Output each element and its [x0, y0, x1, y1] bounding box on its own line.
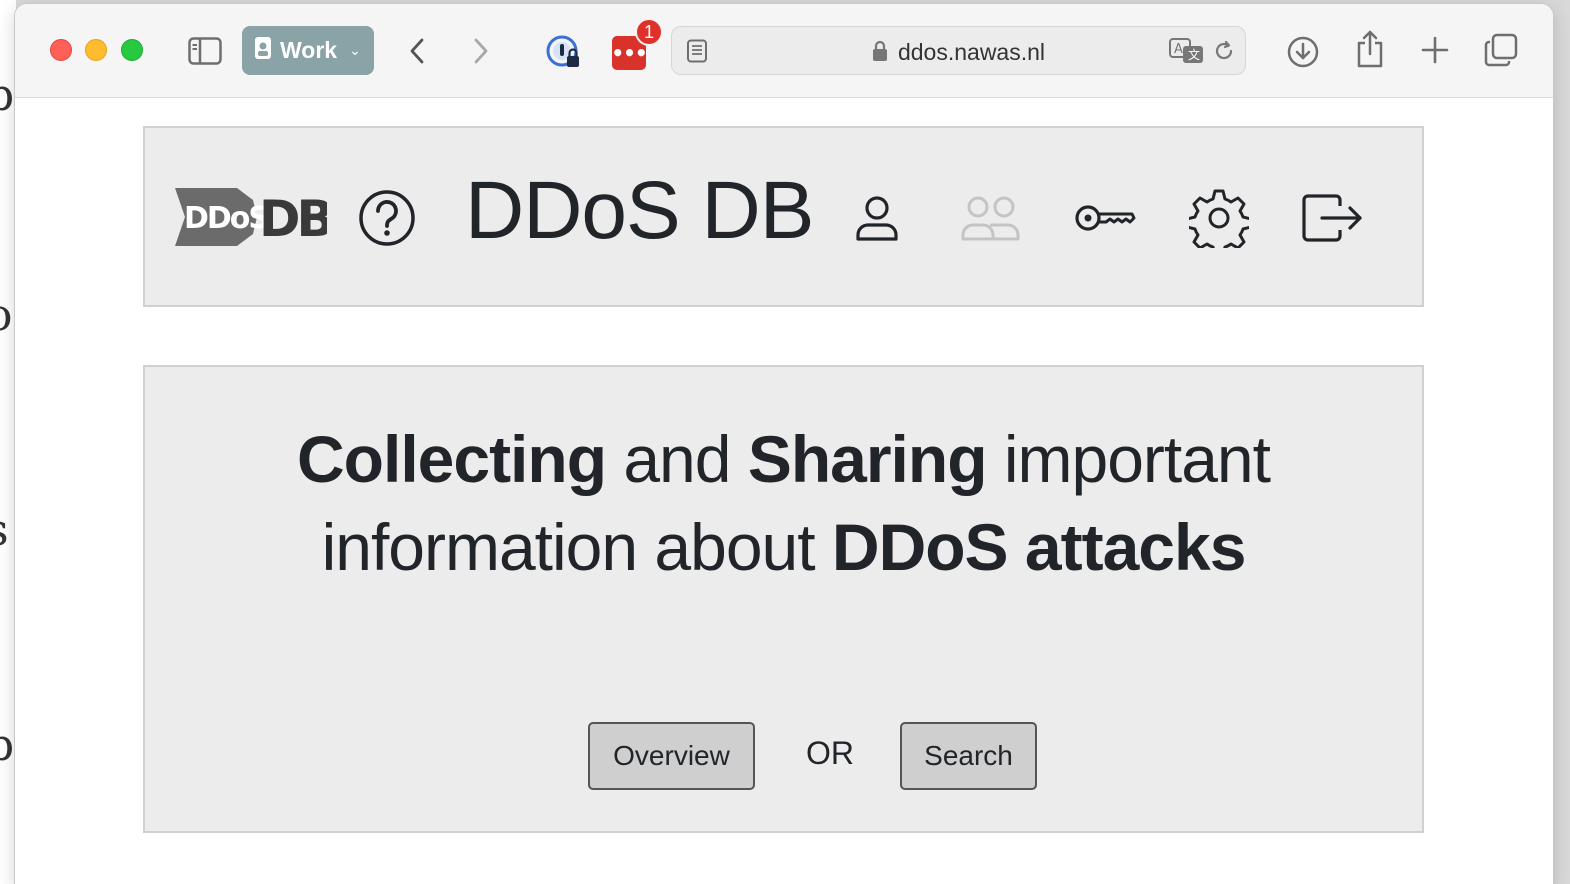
zoom-window-button[interactable] [121, 39, 143, 61]
minimize-window-button[interactable] [85, 39, 107, 61]
user-icon[interactable] [845, 186, 909, 250]
address-bar[interactable]: ddos.nawas.nl A文 [671, 26, 1246, 75]
search-button[interactable]: Search [900, 722, 1037, 790]
new-tab-icon[interactable] [1419, 34, 1451, 66]
svg-text:A: A [1174, 42, 1183, 57]
password-manager-icon[interactable] [545, 34, 583, 72]
logo-db-text: DB [259, 190, 327, 246]
or-label: OR [806, 735, 854, 771]
background-window: pi o s p [0, 0, 16, 884]
reload-icon[interactable] [1212, 39, 1236, 67]
hero-headline: Collecting and Sharing important informa… [297, 422, 1271, 584]
overview-button[interactable]: Overview [588, 722, 755, 790]
lock-icon [872, 40, 888, 68]
extension-badge: 1 [635, 18, 663, 46]
downloads-icon[interactable] [1285, 34, 1321, 70]
svg-text:文: 文 [1188, 47, 1200, 62]
profile-label: Work [280, 37, 338, 63]
hero-section: Collecting and Sharing important informa… [143, 365, 1424, 833]
browser-toolbar: Work ⌄ ••• 1 ddos.nawas.nl A文 [15, 4, 1553, 98]
users-icon[interactable] [959, 186, 1023, 250]
profile-badge-icon [254, 36, 272, 66]
chevron-down-icon: ⌄ [349, 42, 361, 58]
tab-overview-icon[interactable] [1483, 32, 1519, 68]
browser-window: Work ⌄ ••• 1 ddos.nawas.nl A文 DDoS DB DD… [15, 4, 1553, 884]
site-header: DDoS DB DDoS DB [143, 126, 1424, 307]
settings-gear-icon[interactable] [1187, 186, 1251, 250]
logo-ddos-text: DDoS [184, 201, 268, 236]
forward-icon[interactable] [469, 34, 493, 68]
logout-icon[interactable] [1301, 186, 1365, 250]
page-content: DDoS DB DDoS DB Collecting and Sharing i… [15, 99, 1553, 884]
sidebar-toggle-icon[interactable] [187, 34, 223, 68]
url-text: ddos.nawas.nl [897, 39, 1046, 65]
translate-icon[interactable]: A文 [1169, 37, 1205, 69]
back-icon[interactable] [405, 34, 429, 68]
profile-button[interactable]: Work ⌄ [242, 26, 374, 75]
site-title[interactable]: DDoS DB [465, 164, 814, 258]
help-icon[interactable] [355, 186, 419, 250]
close-window-button[interactable] [50, 39, 72, 61]
share-icon[interactable] [1353, 28, 1387, 70]
key-icon[interactable] [1073, 186, 1137, 250]
site-logo[interactable]: DDoS DB [175, 188, 336, 248]
